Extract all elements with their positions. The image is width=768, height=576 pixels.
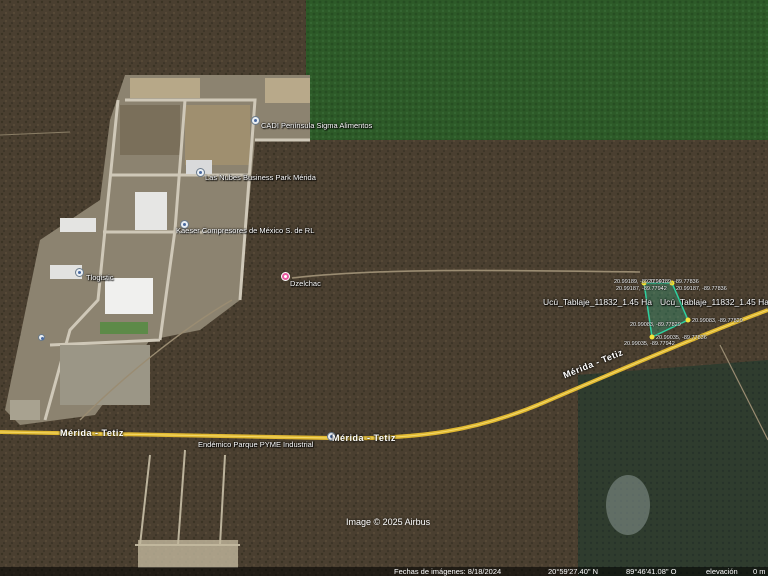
latitude-readout: 20°59'27.40" N [548, 567, 599, 576]
coord-label: 20.99187, -89.77836 [676, 286, 727, 292]
imagery-date: Fechas de imágenes: 8/18/2024 [394, 567, 502, 576]
elevation-value: 0 m [753, 567, 766, 576]
nubes-pin-icon[interactable] [196, 168, 205, 177]
dzelchac-pin-icon[interactable] [281, 272, 290, 281]
coord-label: 20.99083, -89.77829 [692, 318, 743, 324]
cleared-lot [265, 78, 310, 103]
label-dzelchac[interactable]: Dzelchac [290, 279, 321, 288]
label-cadi[interactable]: CADI Península Sigma Alimentos [261, 121, 372, 130]
label-road-merida-tetiz-center: Mérida - Tetiz [332, 433, 396, 443]
imagery-copyright: Image © 2025 Airbus [346, 517, 431, 527]
cleared-lot [130, 78, 200, 98]
label-parcel-2[interactable]: Ucú_Tablaje_11832_1.45 Ha [660, 298, 768, 307]
label-parcel-1[interactable]: Ucú_Tablaje_11832_1.45 Ha [543, 298, 652, 307]
status-bar: Fechas de imágenes: 8/18/2024 20°59'27.4… [0, 567, 768, 576]
coord-label: 20.99035, -89.77942 [624, 341, 675, 347]
forest-area [306, 0, 768, 140]
dark-field [578, 360, 768, 576]
label-tlogistic[interactable]: Tlogistic [86, 273, 114, 282]
cadi-pin-icon[interactable] [251, 116, 260, 125]
label-endemico[interactable]: Endémico Parque PYME Industrial [198, 440, 313, 449]
coord-label: 20.99035, -89.77836 [656, 335, 707, 341]
coord-label: 20.99187, -89.77942 [616, 286, 667, 292]
coord-label: 20.99083, -89.77829 [630, 322, 681, 328]
elevation-label: elevación [706, 567, 738, 576]
label-nubes[interactable]: Las Nubes Business Park Mérida [205, 173, 316, 182]
longitude-readout: 89°46'41.08" O [626, 567, 677, 576]
cleared-lot [120, 105, 180, 155]
tlogistic-pin-icon[interactable] [75, 268, 84, 277]
label-road-merida-tetiz-west: Mérida - Tetiz [60, 428, 124, 438]
cleared-lot [138, 540, 238, 568]
label-kaeser[interactable]: Kaeser Compresores de México S. de RL [176, 226, 314, 235]
coord-label: 20.99189, -89.77836 [648, 279, 699, 285]
small-pin-icon[interactable] [38, 334, 45, 341]
cleared-lot [185, 105, 250, 165]
cloud-patch [606, 475, 650, 535]
